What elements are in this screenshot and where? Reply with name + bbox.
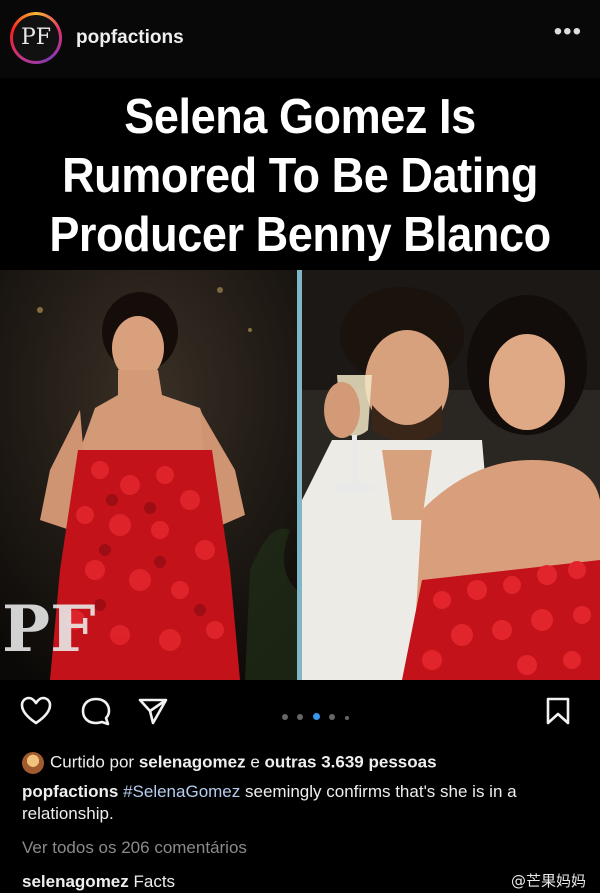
pf-logo-watermark: PF <box>2 592 96 667</box>
headline-line: Producer Benny Blanco <box>49 208 551 262</box>
post-header: PF popfactions ••• <box>0 0 600 78</box>
photo-right-couple <box>302 270 600 680</box>
likes-summary[interactable]: Curtido por selenagomez e outras 3.639 p… <box>22 752 437 774</box>
bookmark-icon[interactable] <box>545 696 571 731</box>
likes-middle: e <box>250 752 260 772</box>
comment-icon[interactable] <box>80 696 112 731</box>
headline-line: Rumored To Be Dating <box>62 149 538 203</box>
carousel-dot <box>329 714 336 720</box>
source-watermark: @芒果妈妈 <box>510 872 586 890</box>
photo-left-red-dress: PF <box>0 270 297 680</box>
avatar-initials: PF <box>13 15 59 61</box>
likes-user[interactable]: selenagomez <box>139 752 246 771</box>
comment-user[interactable]: selenagomez <box>22 872 129 891</box>
likes-others[interactable]: outras 3.639 pessoas <box>265 752 437 771</box>
action-bar <box>0 680 600 742</box>
view-all-comments-link[interactable]: Ver todos os 206 comentários <box>22 838 247 858</box>
liker-avatar <box>22 752 44 774</box>
more-options-icon[interactable]: ••• <box>554 18 582 46</box>
post-headline: Selena Gomez Is Rumored To Be Dating Pro… <box>24 88 576 265</box>
comment-preview: selenagomez Facts <box>22 872 175 892</box>
carousel-indicator <box>282 707 354 725</box>
likes-prefix: Curtido por <box>50 752 135 772</box>
profile-avatar[interactable]: PF <box>10 12 62 64</box>
post-username[interactable]: popfactions <box>76 27 184 49</box>
couple-photo <box>302 270 600 680</box>
heart-icon[interactable] <box>20 696 52 731</box>
carousel-dot <box>282 714 288 720</box>
carousel-dot <box>297 714 304 720</box>
comment-text: Facts <box>133 872 176 891</box>
post-caption: popfactions #SelenaGomez seemingly confi… <box>22 781 582 825</box>
carousel-dot <box>344 716 349 720</box>
caption-hashtag[interactable]: #SelenaGomez <box>123 782 240 801</box>
headline-line: Selena Gomez Is <box>124 90 476 144</box>
carousel-dot-active <box>312 713 320 720</box>
post-image[interactable]: Selena Gomez Is Rumored To Be Dating Pro… <box>0 78 600 680</box>
send-icon[interactable] <box>137 696 169 731</box>
caption-user[interactable]: popfactions <box>22 782 118 801</box>
